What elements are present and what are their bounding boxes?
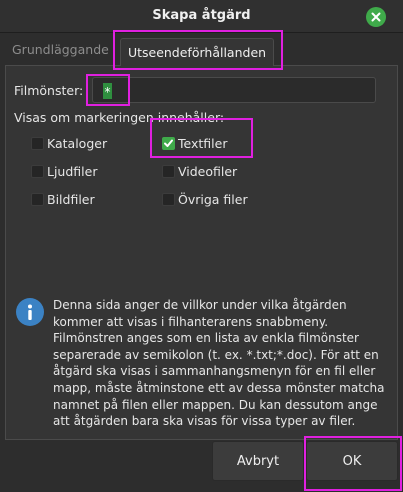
checkbox-label: Ljudfiler [47,164,98,179]
pattern-value: * [103,83,112,99]
tab-grundlaggande[interactable]: Grundläggande [12,42,109,57]
checkmark-icon [164,139,173,147]
info-text: Denna sida anger de villkor under vilka … [53,298,385,429]
checkbox-label: Bildfiler [47,192,95,207]
ok-button[interactable]: OK [306,441,398,481]
checkbox-box[interactable] [31,137,44,150]
checkbox-box[interactable] [162,165,175,178]
checkbox-label: Kataloger [47,136,108,151]
checkbox-label: Övriga filer [178,192,248,207]
checkbox-box[interactable] [162,137,175,150]
close-icon [371,12,381,22]
pattern-input[interactable]: * [92,77,376,103]
checkbox-box[interactable] [31,165,44,178]
dialog-title: Skapa åtgärd [152,8,251,23]
close-button[interactable] [366,7,386,27]
info-icon [16,298,44,326]
checkbox-label: Textfiler [178,136,228,151]
tab-utseendeforhallanden[interactable]: Utseendeförhållanden [120,38,274,66]
checkbox-box[interactable] [162,193,175,206]
checkbox-box[interactable] [31,193,44,206]
title-bar: Skapa åtgärd [0,0,403,33]
selection-label: Visas om markeringen innehåller: [14,110,225,125]
checkbox-label: Videofiler [178,164,238,179]
cancel-button[interactable]: Avbryt [212,441,304,481]
pattern-label: Filmönster: [14,83,84,98]
